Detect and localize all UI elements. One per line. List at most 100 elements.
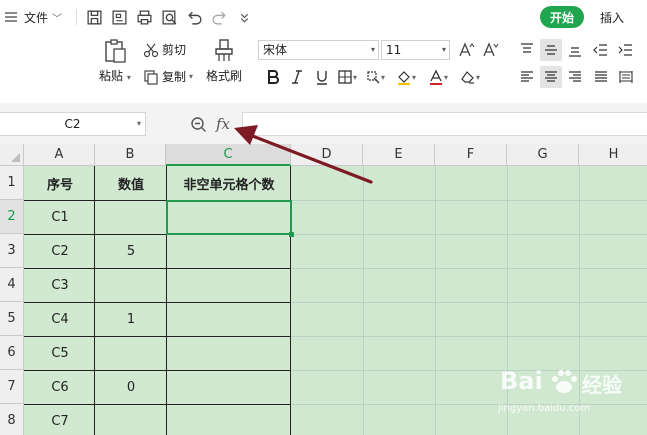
paste-button[interactable]: 粘贴 ▾ (99, 38, 131, 84)
gridline (435, 166, 436, 435)
cell-c7[interactable] (167, 371, 291, 404)
cell-c6[interactable] (167, 337, 291, 370)
caret-icon: ▾ (475, 72, 480, 82)
export-pdf-icon[interactable] (107, 5, 132, 29)
align-top-icon[interactable] (516, 39, 538, 61)
font-family-value: 宋体 (263, 43, 288, 57)
font-family-select[interactable]: 宋体 ▾ (258, 40, 379, 60)
print-preview-icon[interactable] (157, 5, 182, 29)
row-header-5[interactable]: 5 (0, 302, 24, 336)
save-icon[interactable] (82, 5, 107, 29)
align-bottom-icon[interactable] (564, 39, 586, 61)
chevron-down-icon: ▾ (441, 45, 446, 54)
cell-c5[interactable] (167, 303, 291, 336)
font-color-icon[interactable]: ▾ (422, 66, 454, 88)
table-border (94, 166, 95, 435)
decrease-font-icon[interactable] (480, 39, 502, 61)
fx-icon[interactable]: fx (216, 115, 230, 133)
copy-button[interactable]: 复制 ▾ (143, 68, 193, 85)
name-box-value: C2 (64, 117, 81, 131)
column-header-g[interactable]: G (507, 144, 579, 166)
column-header-e[interactable]: E (363, 144, 435, 166)
format-painter-icon (215, 39, 233, 61)
copy-icon (144, 69, 158, 85)
row-header-7[interactable]: 7 (0, 370, 24, 404)
redo-icon[interactable] (207, 5, 232, 29)
borders-icon[interactable]: ▾ (334, 66, 360, 88)
cell-a8[interactable]: C7 (25, 405, 95, 435)
cell-b5[interactable]: 1 (96, 303, 166, 336)
increase-font-icon[interactable] (456, 39, 478, 61)
print-icon[interactable] (132, 5, 157, 29)
row-header-8[interactable]: 8 (0, 404, 24, 435)
align-middle-icon[interactable] (540, 39, 562, 61)
file-menu[interactable]: 文件 ﹀ (4, 4, 62, 30)
tab-start[interactable]: 开始 (540, 6, 584, 28)
cell-c4[interactable] (167, 269, 291, 302)
bold-icon[interactable] (262, 66, 284, 88)
cell-c1[interactable]: 非空单元格个数 (167, 167, 291, 200)
cell-b4[interactable] (96, 269, 166, 302)
format-painter-button[interactable]: 格式刷 (206, 38, 242, 84)
align-center-icon[interactable] (540, 66, 562, 88)
cell-a6[interactable]: C5 (25, 337, 95, 370)
font-size-select[interactable]: 11 ▾ (381, 40, 450, 60)
cell-b2[interactable] (96, 201, 166, 234)
increase-indent-icon[interactable] (615, 39, 637, 61)
cell-c3[interactable] (167, 235, 291, 268)
distributed-align-icon[interactable] (615, 66, 637, 88)
tab-insert[interactable]: 插入 (600, 9, 624, 26)
fill-color-icon[interactable]: ▾ (390, 66, 422, 88)
chevron-down-icon: ▾ (370, 45, 375, 54)
row-header-6[interactable]: 6 (0, 336, 24, 370)
align-left-icon[interactable] (516, 66, 538, 88)
divider (76, 9, 77, 25)
column-header-h[interactable]: H (579, 144, 647, 166)
scissors-icon (143, 43, 159, 57)
cell-b1[interactable]: 数值 (96, 167, 166, 200)
cell-a1[interactable]: 序号 (25, 167, 95, 200)
cell-c8[interactable] (167, 405, 291, 435)
cut-button[interactable]: 剪切 (143, 41, 186, 58)
fill-icon[interactable]: ▾ (360, 66, 390, 88)
cell-b8[interactable] (96, 405, 166, 435)
row-header-4[interactable]: 4 (0, 268, 24, 302)
cell-a3[interactable]: C2 (25, 235, 95, 268)
column-header-d[interactable]: D (291, 144, 363, 166)
cell-a7[interactable]: C6 (25, 371, 95, 404)
table-border (24, 302, 291, 303)
zoom-icon[interactable] (190, 116, 208, 134)
select-all-button[interactable] (0, 144, 24, 166)
table-border (24, 404, 291, 405)
copy-label: 复制 (162, 70, 187, 84)
caret-icon: ▾ (126, 73, 131, 82)
column-header-a[interactable]: A (24, 144, 95, 166)
row-header-1[interactable]: 1 (0, 166, 24, 200)
cell-b6[interactable] (96, 337, 166, 370)
justify-icon[interactable] (590, 66, 612, 88)
column-header-f[interactable]: F (435, 144, 507, 166)
row-header-3[interactable]: 3 (0, 234, 24, 268)
column-header-b[interactable]: B (95, 144, 166, 166)
row-header-2[interactable]: 2 (0, 200, 24, 234)
clear-format-icon[interactable]: ▾ (454, 66, 486, 88)
caret-icon: ▾ (352, 72, 357, 82)
name-box[interactable]: C2 ▾ (0, 112, 146, 136)
more-icon[interactable] (232, 5, 257, 29)
underline-icon[interactable] (310, 66, 334, 88)
align-right-icon[interactable] (564, 66, 586, 88)
italic-icon[interactable] (284, 66, 310, 88)
cell-a5[interactable]: C4 (25, 303, 95, 336)
caret-icon: ▾ (411, 72, 416, 82)
cell-a2[interactable]: C1 (25, 201, 95, 234)
cell-a4[interactable]: C3 (25, 269, 95, 302)
decrease-indent-icon[interactable] (590, 39, 612, 61)
gridline (363, 166, 364, 435)
column-header-c[interactable]: C (166, 144, 291, 166)
format-painter-label: 格式刷 (206, 69, 243, 83)
paw-icon (552, 370, 577, 393)
cell-b7[interactable]: 0 (96, 371, 166, 404)
formula-input[interactable] (242, 112, 647, 136)
undo-icon[interactable] (182, 5, 207, 29)
cell-b3[interactable]: 5 (96, 235, 166, 268)
